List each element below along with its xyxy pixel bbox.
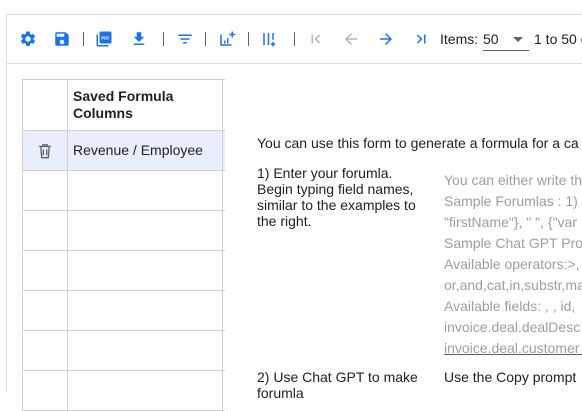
- table-row: [23, 291, 225, 331]
- svg-text:PDF: PDF: [101, 35, 110, 40]
- table-row: [23, 211, 225, 251]
- dropdown-caret-icon: [513, 37, 523, 42]
- toolbar-separator: [163, 32, 164, 46]
- helper-line: Sample Chat GPT Pro: [444, 235, 582, 251]
- pagination-range: 1 to 50 o: [534, 31, 582, 47]
- formula-name-cell: [68, 331, 223, 370]
- formula-name-cell: [68, 171, 223, 210]
- table-row[interactable]: Revenue / Employee: [23, 131, 225, 171]
- table-row: [23, 331, 225, 371]
- formula-input-underline: [444, 354, 582, 355]
- toolbar-separator: [248, 32, 249, 46]
- settings-gear-icon[interactable]: [19, 30, 37, 48]
- copy-prompt-hint: Use the Copy prompt: [444, 369, 577, 385]
- first-page-icon: [307, 30, 325, 48]
- download-icon[interactable]: [130, 30, 148, 48]
- table-row: [23, 171, 225, 211]
- table-row: [23, 251, 225, 291]
- grid-action-cell: [23, 251, 68, 290]
- grid-header-row: Saved Formula Columns: [23, 80, 225, 131]
- delete-trash-icon[interactable]: [35, 141, 55, 161]
- save-icon[interactable]: [53, 30, 71, 48]
- items-per-page-select[interactable]: 50: [483, 28, 529, 51]
- export-pdf-icon[interactable]: PDF: [95, 30, 113, 48]
- previous-page-icon: [342, 30, 360, 48]
- grid-action-cell: [23, 171, 68, 210]
- formula-input-placeholder[interactable]: You can either write th Sample Forumlas …: [444, 170, 582, 359]
- toolbar-divider: [7, 63, 582, 64]
- add-column-icon[interactable]: [261, 30, 279, 48]
- panel-border-left: [6, 14, 7, 392]
- grid-action-cell: [23, 211, 68, 250]
- grid-action-cell: [23, 331, 68, 370]
- toolbar: PDF Items: 50 1 to 50 o: [7, 15, 582, 63]
- filter-icon[interactable]: [176, 30, 194, 48]
- form-intro-text: You can use this form to generate a form…: [257, 135, 579, 151]
- formula-name-cell: [68, 251, 223, 290]
- step-2-instructions: 2) Use Chat GPT to make forumla: [257, 369, 418, 401]
- items-per-page-label: Items:: [440, 31, 479, 47]
- helper-line: Available fields: , , id,: [444, 298, 576, 314]
- toolbar-separator: [294, 32, 295, 46]
- helper-line: Sample Forumlas : 1): [444, 193, 578, 209]
- grid-action-cell: [23, 131, 68, 170]
- helper-line: "firstName"}, " ", {"var: [444, 214, 577, 230]
- next-page-icon[interactable]: [377, 30, 395, 48]
- helper-line: invoice.deal.dealDesc: [444, 319, 581, 335]
- formula-name-cell: [68, 291, 223, 330]
- helper-line: Available operators:>,: [444, 256, 580, 272]
- items-per-page-value: 50: [483, 31, 499, 47]
- step-1-instructions: 1) Enter your forumla. Begin typing fiel…: [257, 165, 416, 229]
- helper-line: You can either write th: [444, 172, 582, 188]
- grid-action-cell: [23, 371, 68, 410]
- toolbar-separator: [83, 32, 84, 46]
- add-chart-icon[interactable]: [218, 30, 236, 48]
- grid-header-action-cell: [23, 80, 68, 130]
- helper-line: invoice.deal.customer: [444, 340, 580, 356]
- table-row: [23, 371, 225, 411]
- formula-name-cell: [68, 211, 223, 250]
- formula-name-cell: [68, 371, 223, 410]
- saved-formula-grid: Saved Formula Columns Revenue / Employee: [22, 79, 225, 411]
- grid-action-cell: [23, 291, 68, 330]
- helper-line: or,and,cat,in,substr,ma: [444, 277, 582, 293]
- toolbar-separator: [205, 32, 206, 46]
- formula-name-cell[interactable]: Revenue / Employee: [68, 131, 223, 170]
- last-page-icon[interactable]: [412, 30, 430, 48]
- grid-header-title: Saved Formula Columns: [68, 80, 223, 130]
